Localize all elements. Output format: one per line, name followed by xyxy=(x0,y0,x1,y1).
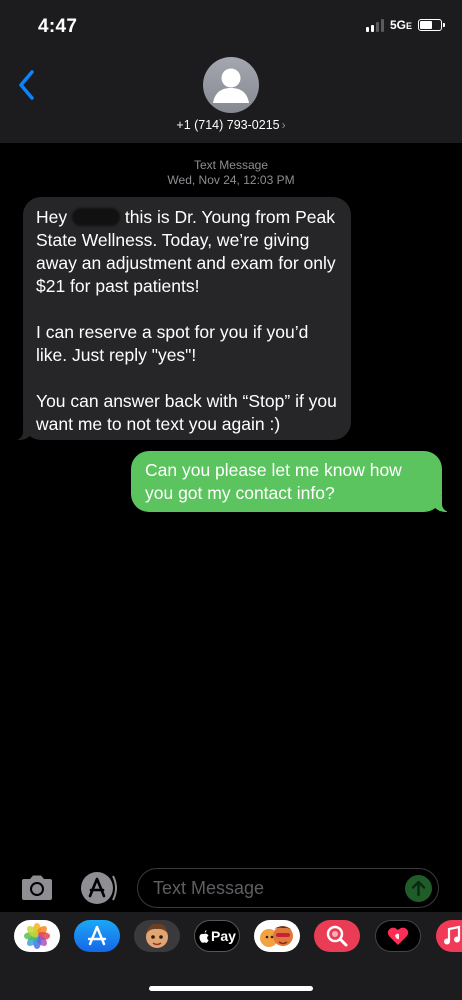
contact-name[interactable]: +1 (714) 793-0215 › xyxy=(0,118,462,132)
status-time: 4:47 xyxy=(38,16,78,37)
app-store-icon[interactable] xyxy=(74,920,120,952)
camera-icon[interactable] xyxy=(19,874,55,902)
conversation-header: 4:47 5GE +1 (714) 793-0215 › xyxy=(0,0,462,143)
back-chevron-icon[interactable] xyxy=(14,68,42,102)
photos-icon[interactable] xyxy=(14,920,60,952)
network-type: 5GE xyxy=(389,18,412,32)
app-store-drawer-icon[interactable] xyxy=(79,870,117,906)
redacted-name xyxy=(72,208,120,226)
status-indicators: 5GE xyxy=(365,18,445,32)
memoji-stickers-icon[interactable] xyxy=(254,920,300,952)
images-search-icon[interactable] xyxy=(314,920,360,952)
chevron-right-icon: › xyxy=(281,118,286,132)
music-icon[interactable] xyxy=(436,920,462,952)
cellular-signal-icon xyxy=(365,18,384,32)
memoji-icon[interactable] xyxy=(134,920,180,952)
arrow-up-icon xyxy=(411,880,426,897)
message-input-placeholder: Text Message xyxy=(153,878,265,898)
message-paragraph: You can answer back with “Stop” if you w… xyxy=(36,391,337,434)
message-paragraph: I can reserve a spot for you if you’d li… xyxy=(36,322,309,365)
incoming-message-bubble[interactable]: Hey this is Dr. Young from Peak State We… xyxy=(14,197,351,440)
contact-avatar[interactable] xyxy=(203,57,259,113)
message-paragraph: Hey this is Dr. Young from Peak State We… xyxy=(36,207,336,296)
home-indicator[interactable] xyxy=(149,986,313,991)
person-icon xyxy=(213,68,249,103)
send-button[interactable] xyxy=(405,875,432,902)
message-timestamp: Text Message Wed, Nov 24, 12:03 PM xyxy=(167,158,295,187)
digital-touch-icon[interactable] xyxy=(375,920,421,952)
message-input[interactable]: Text Message xyxy=(137,868,439,908)
battery-icon xyxy=(418,19,445,31)
outgoing-message-bubble[interactable]: Can you please let me know how you got m… xyxy=(131,451,451,512)
apple-pay-icon[interactable]: Pay xyxy=(194,920,240,952)
